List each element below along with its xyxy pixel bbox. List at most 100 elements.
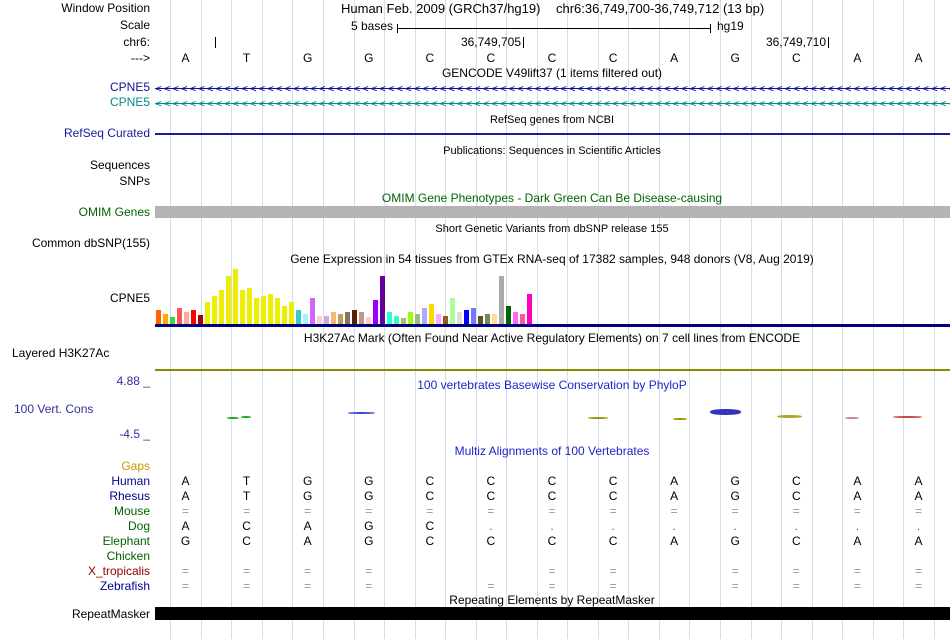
guide-line	[811, 0, 813, 639]
gencode-track-title: GENCODE V49lift37 (1 items filtered out)	[441, 66, 663, 80]
gtex-bar	[415, 314, 420, 324]
conservation-mark	[348, 412, 375, 414]
align-base: A	[670, 489, 679, 503]
align-base: =	[609, 504, 617, 518]
gtex-bar	[324, 316, 329, 324]
species-label-human[interactable]: Human	[0, 475, 150, 488]
species-label-rhesus[interactable]: Rhesus	[0, 490, 150, 503]
species-label-x_tropicalis[interactable]: X_tropicalis	[0, 565, 150, 578]
gtex-bar	[464, 310, 469, 324]
align-base: =	[792, 504, 800, 518]
species-label-mouse[interactable]: Mouse	[0, 505, 150, 518]
gtex-bar	[226, 276, 231, 324]
species-label-elephant[interactable]: Elephant	[0, 535, 150, 548]
gtex-bar	[331, 312, 336, 324]
gtex-bar	[429, 304, 434, 324]
gtex-bar	[282, 306, 287, 324]
gtex-bar	[345, 312, 350, 324]
conservation-min-label: -4.5 _	[119, 427, 150, 441]
align-base: C	[486, 474, 496, 488]
align-base: A	[303, 534, 312, 548]
gtex-bar	[478, 316, 483, 324]
refseq-curated-label[interactable]: RefSeq Curated	[0, 127, 150, 140]
common-dbsnp-label[interactable]: Common dbSNP(155)	[0, 237, 150, 250]
gtex-bar	[254, 298, 259, 324]
align-base: A	[670, 534, 679, 548]
align-base: =	[853, 504, 861, 518]
gtex-bar	[303, 314, 308, 324]
align-base: C	[547, 534, 557, 548]
gene-label-cpne5-1[interactable]: CPNE5	[0, 81, 150, 94]
gtex-bar	[422, 308, 427, 324]
repeatmasker-bar[interactable]	[155, 607, 950, 620]
align-base: C	[791, 474, 801, 488]
align-base: =	[609, 564, 617, 578]
gtex-bar	[191, 310, 196, 324]
align-base: C	[242, 519, 251, 533]
base-letter: C	[486, 51, 496, 65]
h3k27ac-track-label[interactable]: Layered H3K27Ac	[12, 347, 109, 360]
gene-track-row[interactable]: <<<<<<<<<<<<<<<<<<<<<<<<<<<<<<<<<<<<<<<<…	[155, 97, 950, 110]
window-position-label: Window Position	[61, 1, 150, 15]
repeatmasker-label[interactable]: RepeatMasker	[0, 608, 150, 621]
align-base: T	[242, 474, 251, 488]
gtex-bar	[261, 296, 266, 324]
align-base: C	[608, 474, 618, 488]
guide-line	[597, 0, 599, 639]
conservation-track-label[interactable]: 100 Vert. Cons	[14, 403, 93, 416]
align-base: =	[365, 504, 373, 518]
species-label-gaps[interactable]: Gaps	[0, 460, 150, 473]
sequences-label[interactable]: Sequences	[0, 159, 150, 172]
gene-label-cpne5-2[interactable]: CPNE5	[0, 96, 150, 109]
align-base: C	[425, 489, 435, 503]
gtex-bar	[359, 312, 364, 324]
gtex-gene-label[interactable]: CPNE5	[0, 292, 150, 305]
guide-line	[933, 0, 935, 639]
align-base: .	[733, 519, 737, 533]
strand-arrows: <<<<<<<<<<<<<<<<<<<<<<<<<<<<<<<<<<<<<<<<…	[155, 82, 950, 95]
h3k27ac-track-title: H3K27Ac Mark (Often Found Near Active Re…	[303, 331, 801, 345]
guide-line	[872, 0, 874, 639]
align-base: A	[181, 474, 190, 488]
multiz-track-title: Multiz Alignments of 100 Vertebrates	[454, 444, 650, 458]
align-base: A	[914, 534, 923, 548]
gene-track-row[interactable]: <<<<<<<<<<<<<<<<<<<<<<<<<<<<<<<<<<<<<<<<…	[155, 82, 950, 95]
align-base: =	[243, 504, 251, 518]
align-base: =	[426, 504, 434, 518]
omim-gene-bar[interactable]	[155, 206, 950, 218]
align-base: A	[181, 489, 190, 503]
gtex-bar	[289, 302, 294, 324]
align-base: A	[853, 534, 862, 548]
align-base: C	[791, 534, 801, 548]
species-label-dog[interactable]: Dog	[0, 520, 150, 533]
align-base: G	[730, 474, 740, 488]
align-base: C	[791, 489, 801, 503]
align-base: =	[731, 504, 739, 518]
h3k27ac-signal-line[interactable]	[155, 369, 950, 371]
refseq-gene-bar[interactable]	[155, 133, 950, 135]
align-base: C	[486, 534, 496, 548]
gtex-baseline[interactable]	[155, 324, 950, 327]
align-base: =	[548, 579, 556, 593]
align-base: C	[486, 489, 496, 503]
gtex-bar	[485, 314, 490, 324]
align-base: G	[364, 474, 374, 488]
position-title: chr6:36,749,700-36,749,712 (13 bp)	[556, 1, 765, 16]
align-base: G	[364, 519, 374, 533]
align-base: .	[672, 519, 676, 533]
align-base: A	[670, 474, 679, 488]
guide-line	[842, 0, 844, 639]
species-label-chicken[interactable]: Chicken	[0, 550, 150, 563]
snps-label[interactable]: SNPs	[0, 175, 150, 188]
align-base: =	[181, 579, 190, 593]
species-label-zebrafish[interactable]: Zebrafish	[0, 580, 150, 593]
conservation-mark	[673, 418, 687, 420]
omim-genes-label[interactable]: OMIM Genes	[0, 206, 150, 219]
gtex-bar	[233, 269, 238, 324]
scale-value: 5 bases	[350, 19, 393, 33]
align-base: G	[364, 489, 374, 503]
base-letter: G	[303, 51, 313, 65]
align-base: C	[608, 489, 618, 503]
align-base: =	[304, 564, 312, 578]
align-base: C	[547, 474, 557, 488]
